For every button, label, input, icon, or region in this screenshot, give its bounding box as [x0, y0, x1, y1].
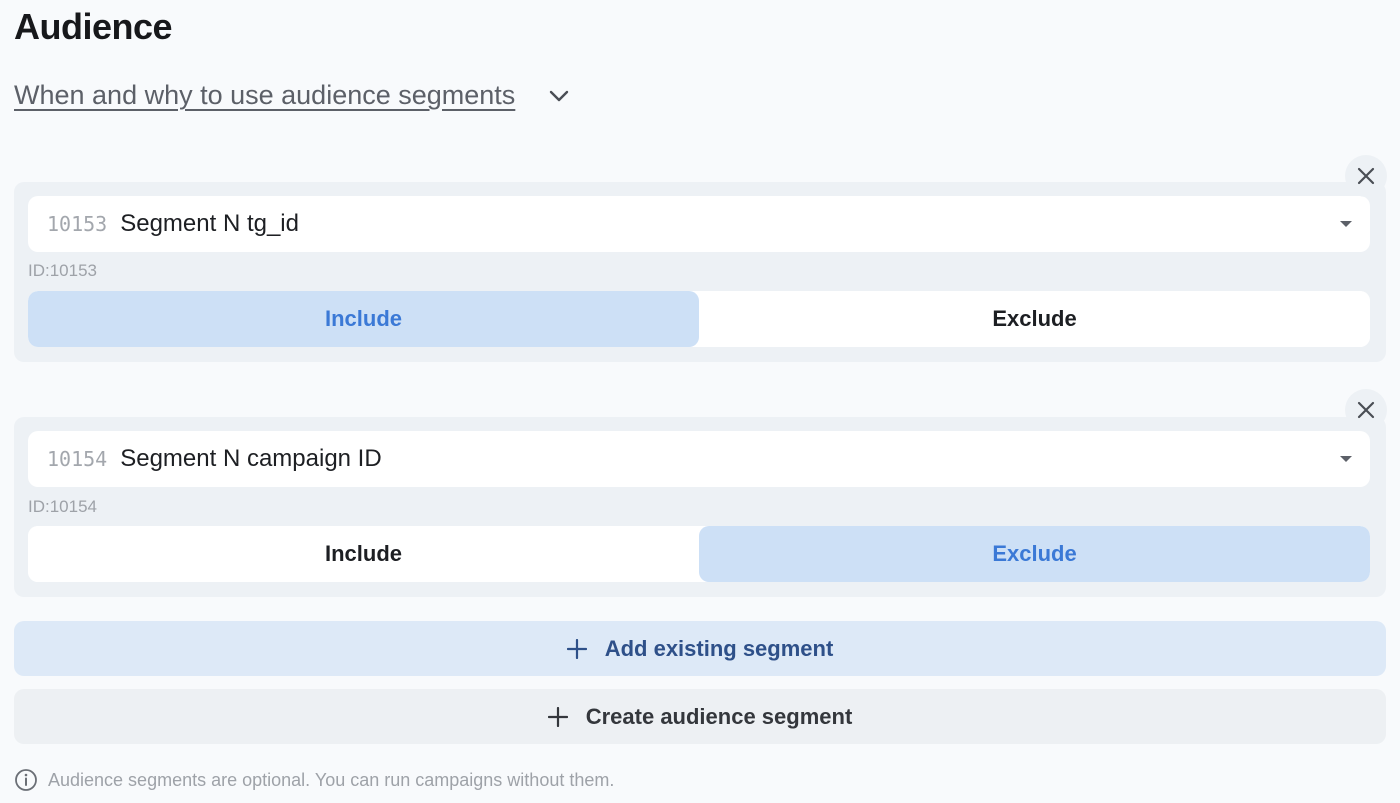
- close-icon[interactable]: [1345, 155, 1387, 197]
- create-audience-segment-label: Create audience segment: [585, 703, 853, 729]
- segment-card: 10153 Segment N tg_id ID:10153 Include E…: [14, 182, 1386, 362]
- include-button[interactable]: Include: [28, 291, 699, 347]
- close-icon[interactable]: [1345, 389, 1387, 431]
- segment-number: 10154: [47, 447, 108, 471]
- optional-note-text: Audience segments are optional. You can …: [48, 769, 615, 790]
- include-exclude-toggle: Include Exclude: [28, 291, 1370, 347]
- help-link[interactable]: When and why to use audience segments: [14, 80, 515, 111]
- include-exclude-toggle: Include Exclude: [28, 526, 1370, 582]
- include-button[interactable]: Include: [28, 526, 699, 582]
- exclude-button[interactable]: Exclude: [699, 526, 1370, 582]
- add-existing-segment-button[interactable]: Add existing segment: [14, 621, 1386, 676]
- optional-note: Audience segments are optional. You can …: [14, 768, 614, 792]
- audience-page: Audience When and why to use audience se…: [0, 0, 1400, 803]
- add-existing-segment-label: Add existing segment: [604, 635, 834, 661]
- create-audience-segment-button[interactable]: Create audience segment: [14, 689, 1386, 744]
- exclude-button[interactable]: Exclude: [699, 291, 1370, 347]
- segment-select[interactable]: 10154 Segment N campaign ID: [28, 431, 1370, 487]
- caret-down-icon: [1340, 456, 1352, 462]
- segment-card: 10154 Segment N campaign ID ID:10154 Inc…: [14, 417, 1386, 597]
- segment-id-label: ID:10154: [28, 497, 97, 516]
- help-link-row: When and why to use audience segments: [14, 80, 571, 111]
- segment-name: Segment N campaign ID: [120, 445, 382, 472]
- segment-number: 10153: [47, 212, 108, 236]
- page-title: Audience: [14, 6, 173, 47]
- caret-down-icon: [1340, 221, 1352, 227]
- plus-icon: [547, 706, 568, 727]
- segment-select[interactable]: 10153 Segment N tg_id: [28, 196, 1370, 252]
- segment-id-label: ID:10153: [28, 261, 97, 280]
- plus-icon: [566, 638, 587, 659]
- chevron-down-icon[interactable]: [547, 84, 571, 108]
- segment-name: Segment N tg_id: [120, 210, 299, 237]
- info-icon: [14, 768, 38, 792]
